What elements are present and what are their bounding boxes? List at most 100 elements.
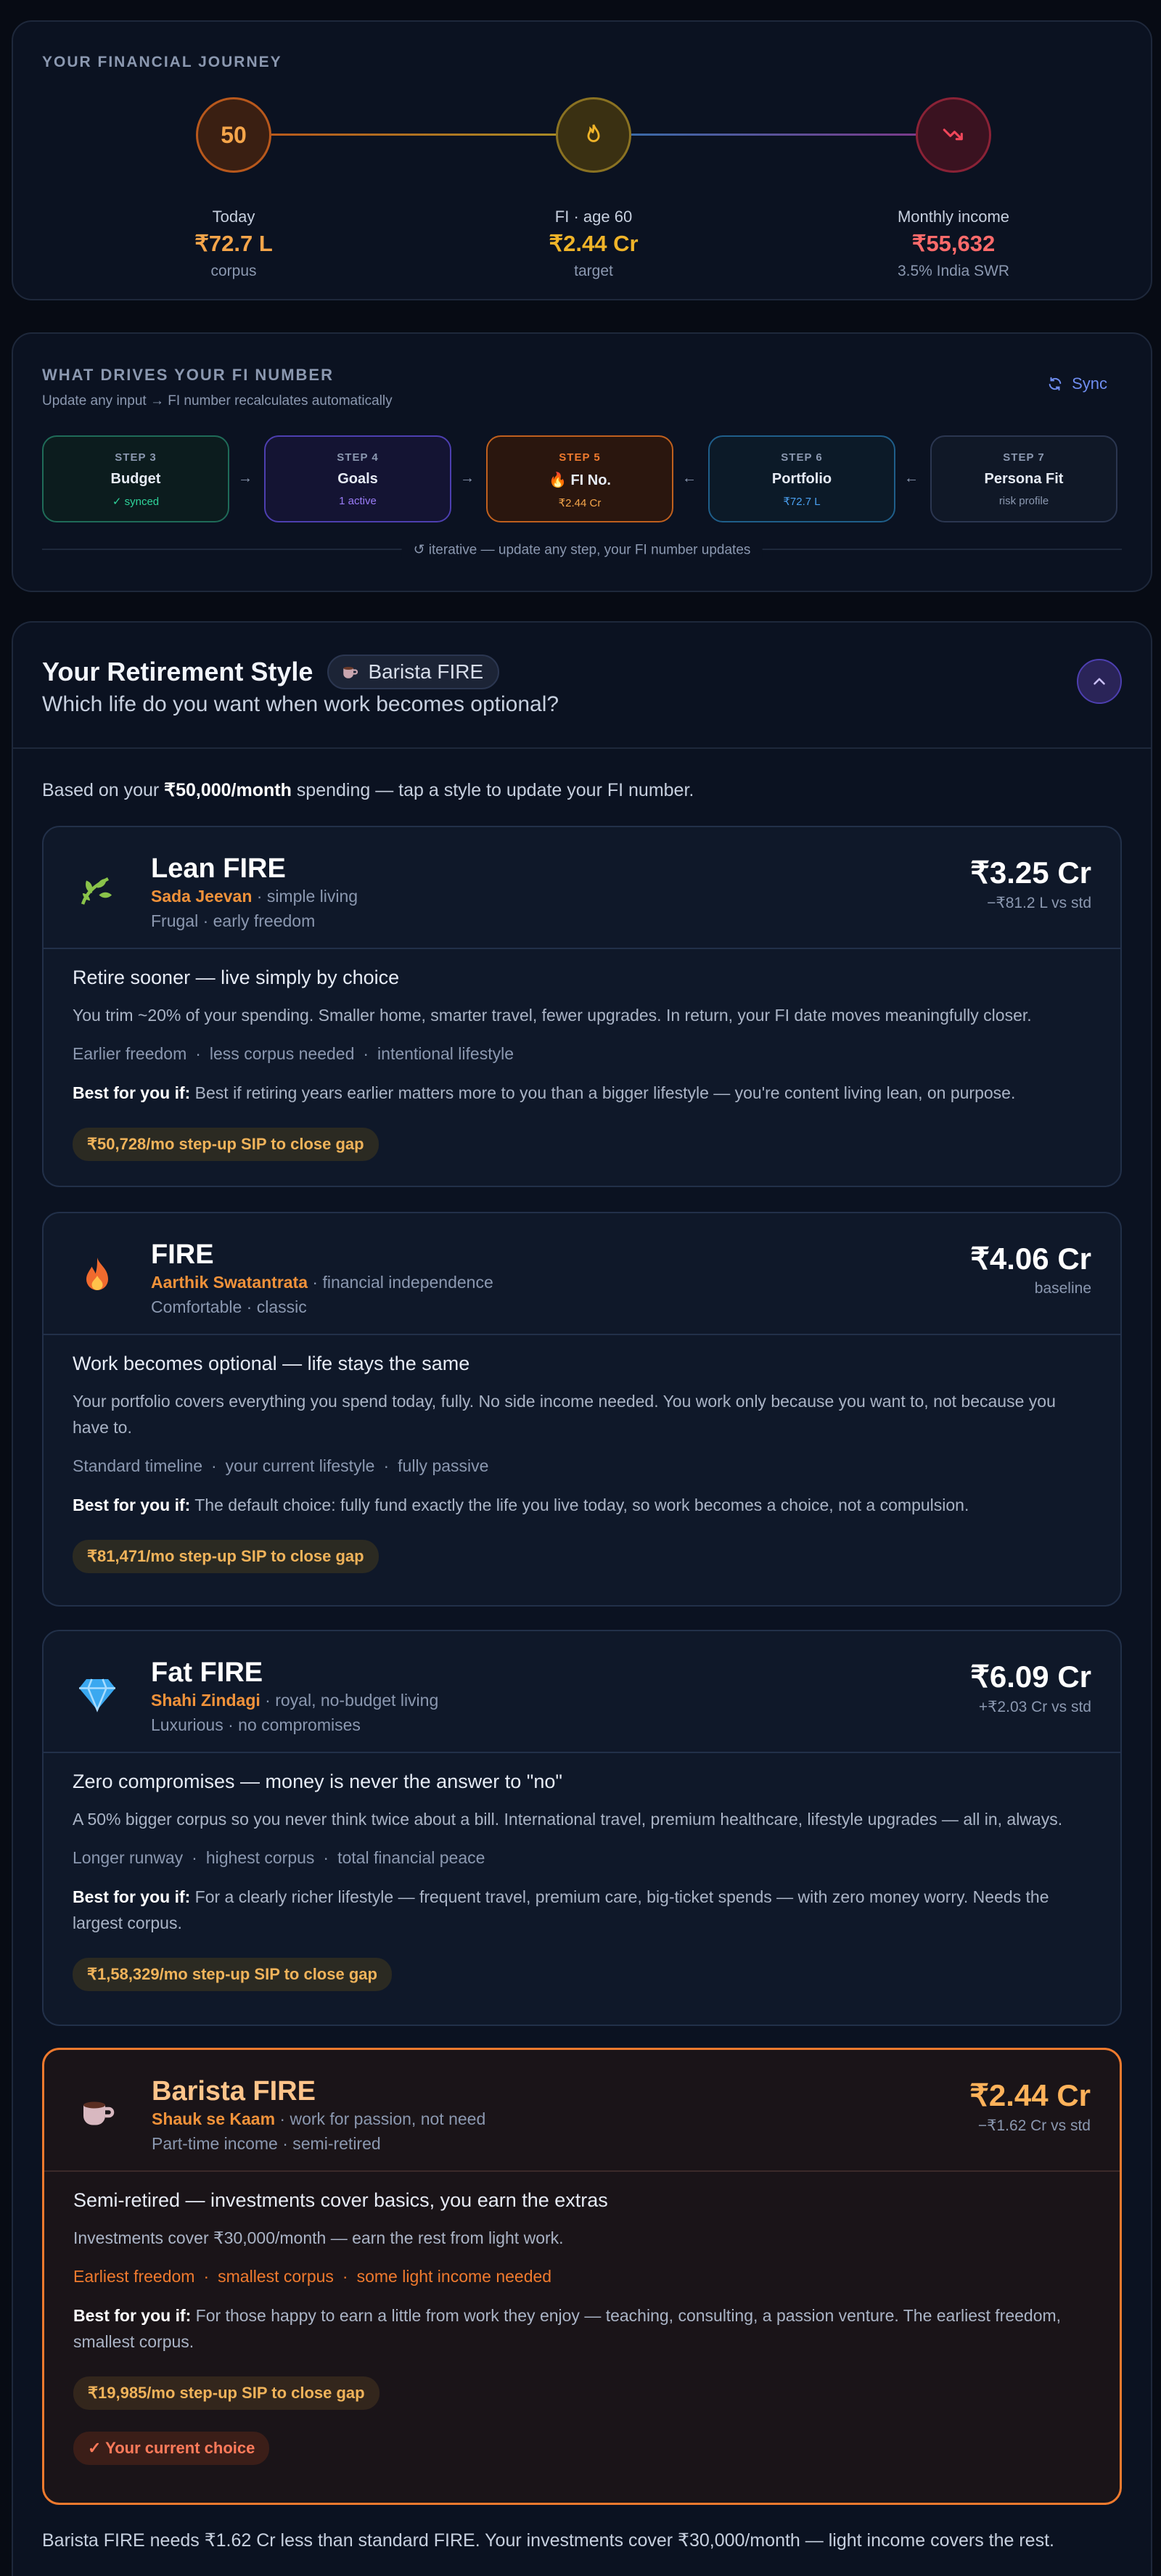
card-delta: baseline [1034, 1280, 1091, 1297]
income-value: ₹55,632 [911, 231, 996, 256]
card-header: Barista FIRE Shauk se Kaam · work for pa… [44, 2050, 1120, 2172]
step-name: Goals [337, 471, 378, 487]
today-age-badge: 50 [196, 97, 271, 173]
step-status: ✓ synced [112, 496, 160, 508]
based-on-text: Based on your ₹50,000/month spending — t… [42, 780, 694, 800]
step-status: risk profile [998, 495, 1049, 507]
journey-line-1 [271, 134, 559, 136]
journey-title: YOUR FINANCIAL JOURNEY [42, 54, 282, 70]
collapse-button[interactable] [1077, 659, 1122, 704]
step-persona-fit[interactable]: STEP 7 Persona Fit risk profile [930, 435, 1117, 522]
card-description: You trim ~20% of your spending. Smaller … [73, 1006, 1032, 1025]
card-headline: Semi-retired — investments cover basics,… [73, 2189, 608, 2211]
style-card-barista-fire[interactable]: Barista FIRE Shauk se Kaam · work for pa… [42, 2048, 1122, 2505]
step-goals[interactable]: STEP 4 Goals 1 active [264, 435, 451, 522]
drivers-title: WHAT DRIVES YOUR FI NUMBER [42, 366, 334, 384]
journey-line-2 [631, 134, 919, 136]
drivers-footer-divider: ↺ iterative — update any step, your FI n… [42, 541, 1122, 559]
step-budget[interactable]: STEP 3 Budget ✓ synced [42, 435, 229, 522]
sync-icon [1049, 377, 1062, 391]
style-card-fire[interactable]: FIRE Aarthik Swatantrata · financial ind… [42, 1212, 1122, 1607]
card-chips: Earliest freedom · smallest corpus · some li… [73, 2267, 552, 2286]
financial-journey-panel: YOUR FINANCIAL JOURNEY 50 Today ₹72.7 L … [12, 20, 1152, 300]
flame-icon [556, 97, 631, 173]
today-label: Today [212, 208, 255, 226]
card-description: Investments cover ₹30,000/month — earn t… [73, 2228, 564, 2247]
card-chips: Longer runway · highest corpus · total finan… [73, 1848, 485, 1867]
sync-button[interactable]: Sync [1047, 374, 1107, 393]
step-arrow: ← [682, 470, 697, 486]
drivers-subtitle: Update any input → FI number recalculate… [42, 393, 393, 409]
card-best-for: Best for you if: For those happy to earn… [73, 2306, 1062, 2351]
diamond-icon [79, 1678, 115, 1712]
step-fi-number[interactable]: STEP 5 🔥 FI No. ₹2.44 Cr [486, 435, 673, 522]
step-arrow: ← [904, 470, 919, 486]
income-column: Monthly income ₹55,632 3.5% India SWR [808, 208, 1099, 280]
card-body: Retire sooner — live simply by choice Yo… [73, 967, 1091, 1161]
card-chips: Standard timeline · your current lifestyle… [73, 1456, 489, 1475]
card-amount: ₹4.06 Cr [970, 1242, 1091, 1276]
drivers-footer-text: ↺ iterative — update any step, your FI n… [401, 541, 763, 559]
sip-badge: ₹1,58,329/mo step-up SIP to close gap [73, 1958, 392, 1991]
header-divider [13, 747, 1151, 749]
card-body: Zero compromises — money is never the an… [73, 1771, 1091, 1991]
step-name: Budget [110, 471, 161, 487]
fi-drivers-panel: WHAT DRIVES YOUR FI NUMBER Update any in… [12, 332, 1152, 592]
today-column: Today ₹72.7 L corpus [89, 208, 379, 280]
card-hindi: Shauk se Kaam · work for passion, not ne… [152, 2109, 486, 2128]
card-tags: Frugal · early freedom [151, 911, 316, 930]
card-description: Your portfolio covers everything you spe… [73, 1392, 1056, 1437]
coffee-cup-icon [343, 667, 358, 678]
sync-label: Sync [1072, 374, 1107, 393]
comparison-footnote: Barista FIRE needs ₹1.62 Cr less than st… [42, 2530, 1054, 2551]
card-hindi: Sada Jeevan · simple living [151, 887, 358, 906]
step-portfolio[interactable]: STEP 6 Portfolio ₹72.7 L [708, 435, 895, 522]
card-headline: Work becomes optional — life stays the s… [73, 1353, 470, 1374]
card-name: FIRE [151, 1239, 214, 1270]
card-headline: Retire sooner — live simply by choice [73, 967, 400, 988]
current-choice-badge: ✓ Your current choice [73, 2432, 270, 2465]
card-hindi: Shahi Zindagi · royal, no-budget living [151, 1691, 439, 1710]
income-sub: 3.5% India SWR [897, 263, 1010, 279]
card-description: A 50% bigger corpus so you never think t… [73, 1810, 1063, 1829]
card-hindi: Aarthik Swatantrata · financial independ… [151, 1273, 493, 1292]
step-status: ₹72.7 L [783, 496, 821, 508]
fi-sub: target [574, 263, 613, 279]
step-number: STEP 7 [1003, 451, 1045, 464]
today-value: ₹72.7 L [194, 231, 273, 256]
card-name: Fat FIRE [151, 1657, 263, 1688]
style-card-lean-fire[interactable]: Lean FIRE Sada Jeevan · simple living Fr… [42, 826, 1122, 1187]
step-status: 1 active [339, 495, 377, 507]
fi-value: ₹2.44 Cr [549, 231, 639, 256]
retirement-header: Your Retirement Style Barista FIRE [42, 655, 500, 689]
step-number: STEP 5 [559, 451, 601, 464]
selected-style-label: Barista FIRE [368, 660, 484, 683]
step-number: STEP 6 [781, 451, 823, 464]
step-number: STEP 4 [337, 451, 379, 464]
selected-style-pill: Barista FIRE [327, 655, 500, 689]
sip-badge: ₹50,728/mo step-up SIP to close gap [73, 1128, 379, 1161]
style-card-fat-fire[interactable]: Fat FIRE Shahi Zindagi · royal, no-budge… [42, 1630, 1122, 2026]
coffee-cup-icon [83, 2101, 115, 2125]
card-delta: −₹1.62 Cr vs std [977, 2117, 1091, 2134]
card-best-for: Best for you if: For a clearly richer li… [73, 1887, 1049, 1932]
card-amount: ₹3.25 Cr [970, 856, 1091, 890]
income-label: Monthly income [897, 208, 1010, 226]
sip-badge: ₹81,471/mo step-up SIP to close gap [73, 1540, 379, 1573]
today-sub: corpus [210, 263, 257, 279]
spending-amount: ₹50,000/month [164, 780, 292, 800]
card-amount: ₹6.09 Cr [970, 1660, 1091, 1694]
card-name: Barista FIRE [152, 2076, 316, 2107]
retirement-question: Which life do you want when work becomes… [42, 692, 559, 716]
card-header: Fat FIRE Shahi Zindagi · royal, no-budge… [44, 1631, 1120, 1753]
step-name: Portfolio [771, 471, 832, 487]
card-delta: −₹81.2 L vs std [987, 895, 1091, 911]
flame-icon [86, 1258, 108, 1290]
card-body: Semi-retired — investments cover basics,… [73, 2189, 1091, 2465]
sip-badge: ₹19,985/mo step-up SIP to close gap [73, 2376, 380, 2410]
card-amount: ₹2.44 Cr [969, 2078, 1091, 2112]
card-header: Lean FIRE Sada Jeevan · simple living Fr… [44, 827, 1120, 949]
card-best-for: Best for you if: The default choice: ful… [73, 1496, 969, 1514]
step-name: 🔥 FI No. [548, 472, 611, 488]
card-tags: Luxurious · no compromises [151, 1715, 361, 1734]
